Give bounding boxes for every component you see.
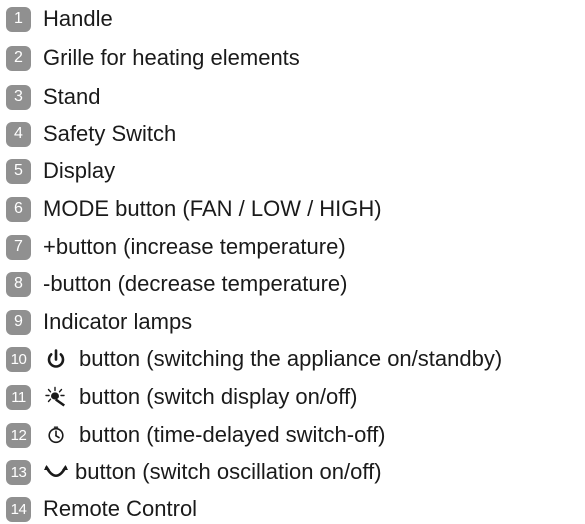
list-item: 8 -button (decrease temperature)	[6, 269, 348, 299]
list-item: 12 button (time-delayed switch-off)	[6, 420, 386, 450]
item-label: -button (decrease temperature)	[43, 271, 348, 296]
item-number-badge: 7	[6, 234, 31, 260]
list-item: 1 Handle	[6, 4, 113, 34]
list-item: 5 Display	[6, 156, 115, 186]
item-number-badge: 14	[6, 496, 31, 522]
item-label: Display	[43, 158, 116, 183]
list-item: 14 Remote Control	[6, 494, 197, 524]
timer-icon	[43, 422, 69, 448]
item-label: button (switching the appliance on/stand…	[79, 346, 503, 371]
item-label: Indicator lamps	[43, 309, 193, 334]
item-number-badge: 4	[6, 121, 31, 147]
item-number-badge: 2	[6, 45, 31, 71]
item-label: button (switch display on/off)	[79, 384, 358, 409]
list-item: 11 button (switch display on/off)	[6, 382, 357, 412]
item-label: button (switch oscillation on/off)	[75, 459, 382, 484]
item-label: Safety Switch	[43, 121, 177, 146]
list-item: 6 MODE button (FAN / LOW / HIGH)	[6, 194, 382, 224]
item-label: Handle	[43, 6, 113, 31]
list-item: 10 button (switching the appliance on/st…	[6, 344, 502, 374]
list-item: 3 Stand	[6, 82, 101, 112]
item-label: Grille for heating elements	[43, 45, 300, 70]
list-item: 9 Indicator lamps	[6, 307, 192, 337]
list-item: 13 button (switch oscillation on/off)	[6, 457, 382, 487]
item-number-badge: 6	[6, 196, 31, 222]
item-label: MODE button (FAN / LOW / HIGH)	[43, 196, 382, 221]
item-number-badge: 10	[6, 346, 31, 372]
list-item: 4 Safety Switch	[6, 119, 176, 149]
item-number-badge: 13	[6, 459, 31, 485]
item-label: +button (increase temperature)	[43, 234, 346, 259]
item-label: Stand	[43, 84, 101, 109]
oscillation-icon	[43, 459, 69, 485]
power-icon	[43, 346, 69, 372]
item-number-badge: 5	[6, 158, 31, 184]
item-label: button (time-delayed switch-off)	[79, 422, 386, 447]
item-label: Remote Control	[43, 496, 198, 521]
item-number-badge: 11	[6, 384, 31, 410]
item-number-badge: 8	[6, 271, 31, 297]
light-icon	[43, 384, 69, 410]
item-number-badge: 3	[6, 84, 31, 110]
item-number-badge: 12	[6, 422, 31, 448]
item-number-badge: 9	[6, 309, 31, 335]
list-item: 2 Grille for heating elements	[6, 43, 300, 73]
list-item: 7 +button (increase temperature)	[6, 232, 346, 262]
item-number-badge: 1	[6, 6, 31, 32]
parts-legend: 1 Handle 2 Grille for heating elements 3…	[0, 0, 585, 522]
